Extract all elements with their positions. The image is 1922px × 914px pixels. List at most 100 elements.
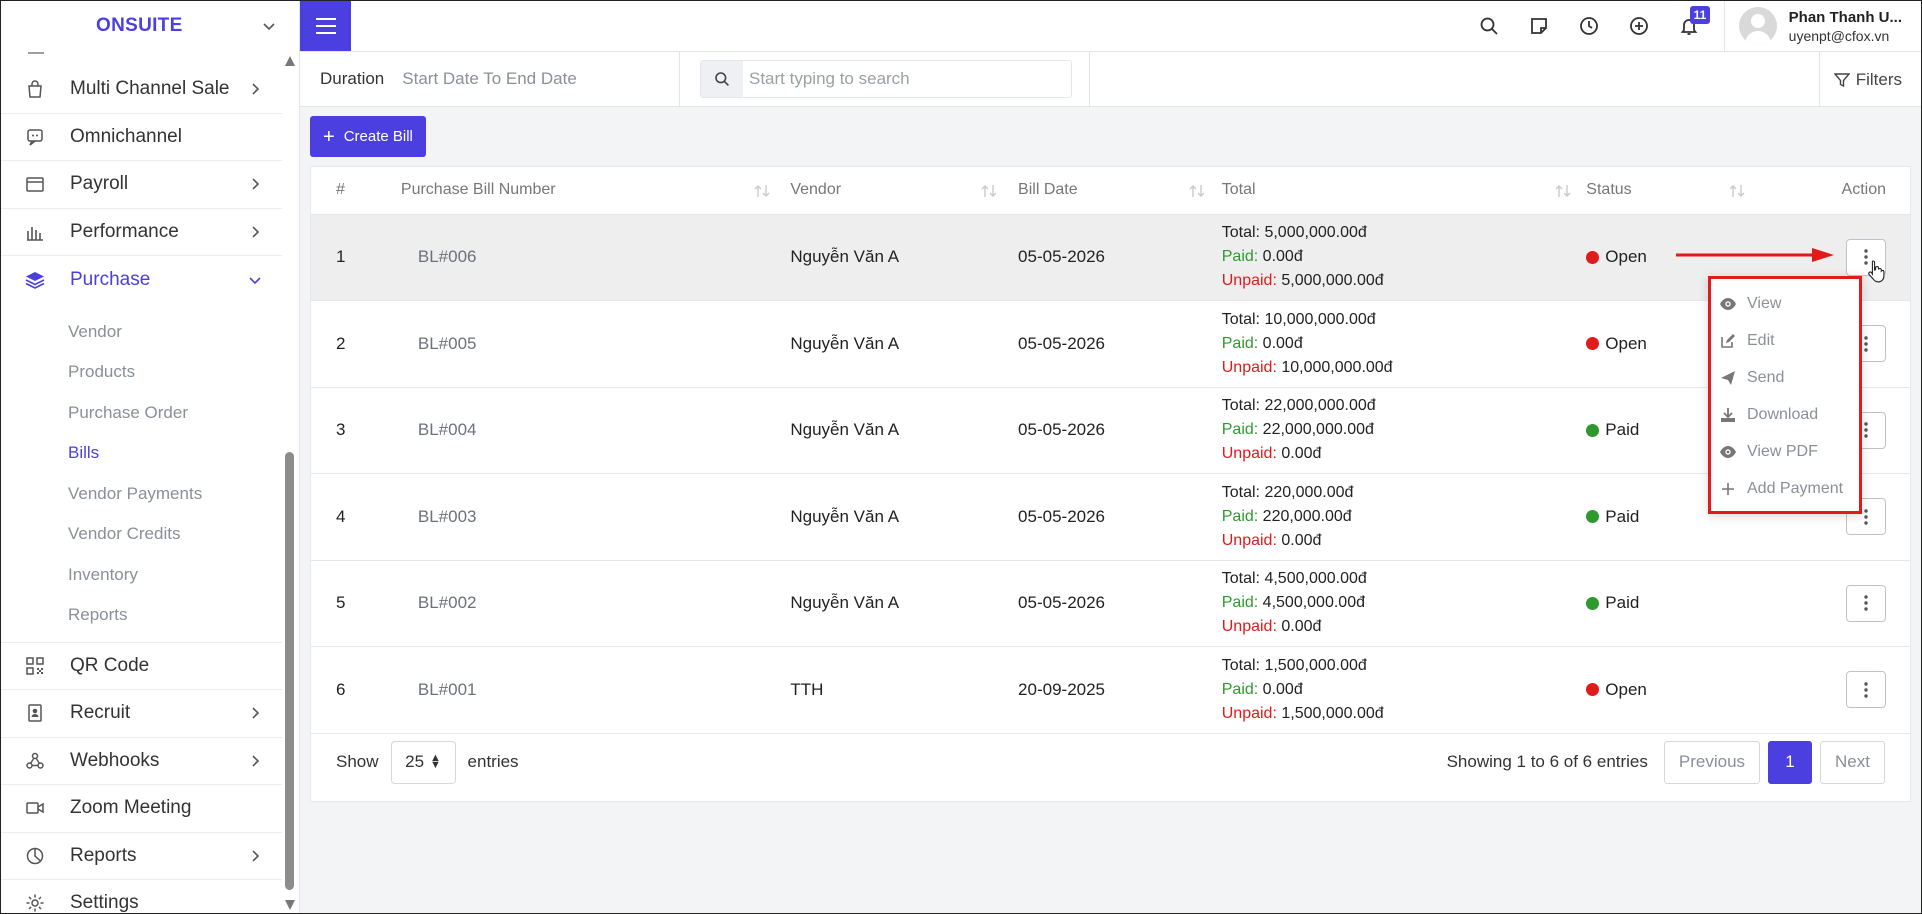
- paid-amount: 22,000,000.00đ: [1262, 421, 1374, 439]
- bill-number-link[interactable]: BL#002: [401, 560, 790, 647]
- sort-icon[interactable]: [1188, 184, 1206, 198]
- column-header-status[interactable]: Status: [1586, 167, 1787, 215]
- total-amount: 10,000,000.00đ: [1264, 310, 1376, 328]
- total-prefix: Total:: [1221, 397, 1260, 415]
- paid-amount: 0.00đ: [1262, 334, 1303, 352]
- sidebar-subitem-purchase-order[interactable]: Purchase Order: [0, 393, 282, 434]
- column-header-bill-number[interactable]: Purchase Bill Number: [400, 167, 791, 215]
- sort-icon[interactable]: [980, 184, 998, 198]
- menu-item-add-payment[interactable]: Add Payment: [1711, 470, 1859, 507]
- chevron-right-icon: [252, 850, 260, 862]
- plus-icon: [1719, 480, 1737, 498]
- bill-number-link[interactable]: BL#003: [401, 474, 790, 561]
- column-header-vendor[interactable]: Vendor: [790, 167, 1019, 215]
- column-header-bill-date[interactable]: Bill Date: [1018, 167, 1222, 215]
- filter-bar: Duration Start Date To End Date Filters: [300, 51, 1922, 107]
- status-label: Paid: [1605, 506, 1640, 526]
- menu-item-view-pdf[interactable]: View PDF: [1711, 433, 1859, 470]
- scrollbar-thumb[interactable]: [285, 452, 294, 890]
- history-button[interactable]: [1564, 0, 1614, 52]
- total-prefix: Total:: [1221, 310, 1260, 328]
- chevron-right-icon: [252, 178, 260, 190]
- sidebar-item-performance[interactable]: Performance: [0, 209, 282, 256]
- sort-icon[interactable]: [1728, 184, 1746, 198]
- sidebar-subitem-reports[interactable]: Reports: [0, 595, 282, 636]
- row-actions-button[interactable]: [1846, 584, 1886, 622]
- sidebar-subitem-inventory[interactable]: Inventory: [0, 555, 282, 596]
- sidebar-item-omnichannel[interactable]: Omnichannel: [0, 114, 282, 161]
- user-menu[interactable]: Phan Thanh U... uyenpt@cfox.vn: [1723, 0, 1922, 52]
- vendor-cell: Nguyễn Văn A: [790, 247, 900, 267]
- bill-number-link[interactable]: BL#004: [401, 387, 790, 474]
- search-button[interactable]: [1464, 0, 1514, 52]
- previous-page-button[interactable]: Previous: [1663, 740, 1761, 784]
- bill-number-link[interactable]: BL#006: [401, 214, 790, 301]
- kebab-menu-icon: [1864, 595, 1868, 611]
- search-input[interactable]: [743, 69, 1063, 89]
- duration-filter[interactable]: Duration Start Date To End Date: [300, 51, 680, 107]
- add-button[interactable]: [1614, 0, 1664, 52]
- sidebar-subitem-products[interactable]: Products: [0, 352, 282, 393]
- sidebar-subitem-vendor-credits[interactable]: Vendor Credits: [0, 514, 282, 555]
- column-header-total[interactable]: Total: [1221, 167, 1587, 215]
- sidebar-item-label: Webhooks: [70, 749, 160, 771]
- sidebar-subitem-vendor-payments[interactable]: Vendor Payments: [0, 474, 282, 515]
- status-dot-icon: [1586, 250, 1600, 264]
- table-footer: Show 25 ▲ ▼ entries Showing 1 to 6 of 6 e…: [311, 723, 1910, 801]
- bar-chart-icon: [24, 221, 46, 243]
- sidebar-subitem-bills[interactable]: Bills: [0, 433, 282, 474]
- sidebar-item-zoom-meeting[interactable]: Zoom Meeting: [0, 785, 282, 833]
- next-page-button[interactable]: Next: [1820, 740, 1885, 784]
- table-header-row: # Purchase Bill Number Vendor Bill Date …: [311, 167, 1910, 215]
- bill-number-link[interactable]: BL#005: [401, 301, 790, 388]
- entries-label: entries: [467, 752, 519, 771]
- scroll-down-arrow-icon[interactable]: [285, 900, 295, 910]
- user-email: uyenpt@cfox.vn: [1788, 27, 1890, 44]
- sidebar-item-settings[interactable]: Settings: [0, 880, 282, 914]
- page-size-select[interactable]: 25 ▲ ▼: [390, 740, 456, 784]
- menu-item-view[interactable]: View: [1711, 285, 1859, 322]
- scroll-up-arrow-icon[interactable]: [285, 56, 295, 66]
- sidebar-item-reports[interactable]: Reports: [0, 833, 282, 880]
- filters-button[interactable]: Filters: [1818, 52, 1922, 107]
- menu-toggle-button[interactable]: [300, 0, 351, 51]
- row-actions-button[interactable]: [1846, 671, 1886, 709]
- bill-number-link[interactable]: BL#001: [401, 647, 790, 734]
- sidebar-item-payroll[interactable]: Payroll: [0, 161, 282, 209]
- sidebar-item-label: Multi Channel Sale: [70, 78, 230, 100]
- video-camera-icon: [24, 797, 46, 819]
- menu-item-edit[interactable]: Edit: [1711, 322, 1859, 359]
- sidebar-scrollbar[interactable]: [283, 52, 297, 914]
- date-range-value[interactable]: Start Date To End Date: [402, 69, 577, 89]
- page-1-button[interactable]: 1: [1768, 740, 1813, 784]
- sidebar-item-multi-channel-sale[interactable]: Multi Channel Sale: [0, 66, 282, 114]
- create-bill-label: Create Bill: [343, 128, 413, 145]
- sidebar-subitem-vendor[interactable]: Vendor: [0, 312, 282, 353]
- notifications-button[interactable]: 11: [1664, 0, 1714, 52]
- sidebar-item-qr-code[interactable]: QR Code: [0, 643, 282, 690]
- total-cell: Total: 22,000,000.00đ Paid: 22,000,000.00…: [1222, 387, 1587, 474]
- eye-icon: [1719, 295, 1737, 313]
- sidebar-item-label: Omnichannel: [70, 125, 182, 147]
- menu-item-download[interactable]: Download: [1711, 396, 1859, 433]
- sidebar-item-recruit[interactable]: Recruit: [0, 690, 282, 738]
- sort-icon[interactable]: [1554, 184, 1572, 198]
- hamburger-icon: [315, 17, 336, 34]
- sort-icon[interactable]: [753, 184, 771, 198]
- bill-date-cell: 05-05-2026: [1018, 506, 1106, 526]
- sidebar-item-purchase[interactable]: Purchase: [0, 256, 282, 304]
- chevron-down-icon[interactable]: [261, 18, 277, 34]
- column-header-label: Total: [1221, 181, 1256, 199]
- table-row: 1 BL#006 Nguyễn Văn A 05-05-2026 Total: 5,00…: [311, 214, 1910, 301]
- create-bill-button[interactable]: + Create Bill: [310, 116, 426, 157]
- notes-button[interactable]: [1514, 0, 1564, 52]
- menu-item-send[interactable]: Send: [1711, 359, 1859, 396]
- brand[interactable]: ONSUITE: [0, 0, 299, 52]
- row-number: 6: [336, 679, 346, 699]
- total-amount: 4,500,000.00đ: [1264, 570, 1367, 588]
- page-size-value: 25: [405, 752, 425, 771]
- sidebar-item-webhooks[interactable]: Webhooks: [0, 738, 282, 785]
- table-row: 3 BL#004 Nguyễn Văn A 05-05-2026 Total: 22,0…: [311, 387, 1910, 474]
- up-down-arrows-icon: ▲ ▼: [430, 752, 441, 771]
- vendor-cell: Nguyễn Văn A: [790, 420, 900, 440]
